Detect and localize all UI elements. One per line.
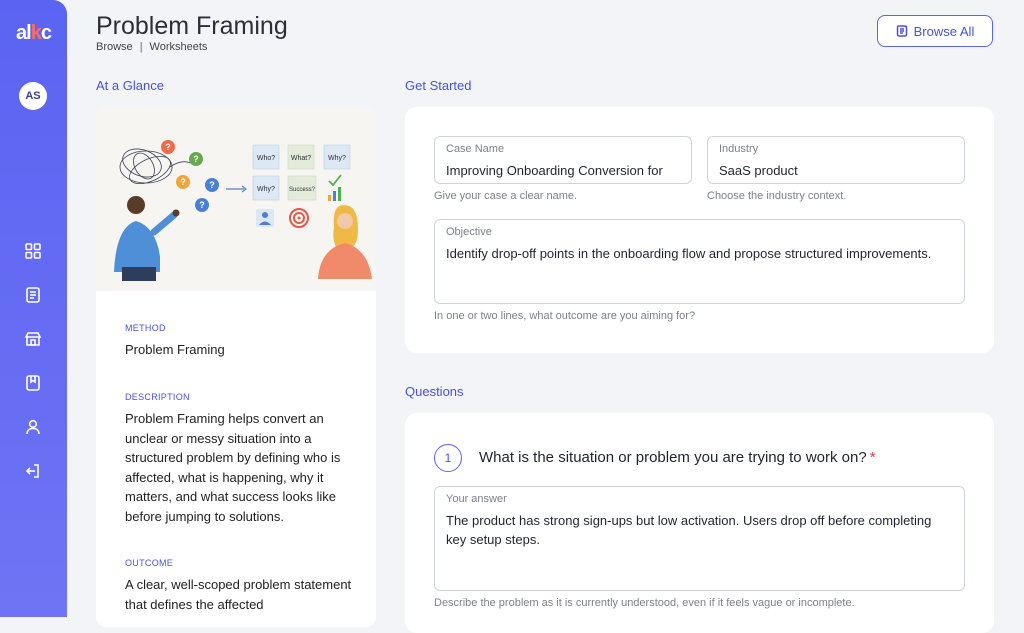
svg-text:?: ?	[165, 142, 171, 152]
case-name-value: Improving Onboarding Conversion for	[446, 163, 663, 178]
question-number: 1	[434, 444, 462, 472]
svg-text:Why?: Why?	[328, 155, 346, 162]
description-label: DESCRIPTION	[125, 392, 190, 402]
svg-text:Who?: Who?	[257, 155, 275, 162]
avatar[interactable]: AS	[19, 82, 47, 110]
logout-icon[interactable]	[21, 459, 45, 483]
grid-icon[interactable]	[21, 239, 45, 263]
store-icon[interactable]	[21, 327, 45, 351]
bookmark-icon[interactable]	[21, 371, 45, 395]
at-a-glance-card: ????? Who? What? Why? Why? Success? METH…	[96, 107, 376, 627]
industry-value: SaaS product	[719, 163, 798, 178]
breadcrumb: Browse | Worksheets	[96, 41, 207, 53]
question-text: What is the situation or problem you are…	[479, 449, 876, 466]
worksheet-icon	[896, 25, 907, 37]
method-value: Problem Framing	[125, 342, 225, 357]
page-title: Problem Framing	[96, 12, 288, 40]
svg-text:?: ?	[209, 180, 215, 190]
svg-text:?: ?	[180, 177, 186, 187]
outcome-text: A clear, well-scoped problem statement t…	[125, 577, 352, 612]
browse-all-button[interactable]: Browse All	[877, 15, 993, 47]
get-started-card: Case Name Improving Onboarding Conversio…	[405, 107, 994, 353]
industry-hint: Choose the industry context.	[707, 190, 847, 202]
breadcrumb-separator: |	[139, 41, 143, 53]
svg-text:?: ?	[199, 200, 205, 210]
objective-label: Objective	[446, 226, 492, 238]
method-label: METHOD	[125, 323, 166, 333]
case-name-field[interactable]: Case Name Improving Onboarding Conversio…	[434, 136, 692, 184]
breadcrumb-browse[interactable]: Browse	[96, 41, 133, 53]
questions-heading: Questions	[405, 384, 464, 399]
industry-field[interactable]: Industry SaaS product	[707, 136, 965, 184]
sidebar: alkc AS	[0, 0, 67, 617]
industry-label: Industry	[719, 143, 759, 155]
case-name-label: Case Name	[446, 143, 505, 155]
required-mark: *	[869, 449, 876, 466]
answer-hint: Describe the problem as it is currently …	[434, 597, 855, 609]
browse-all-label: Browse All	[913, 23, 975, 39]
answer-label: Your answer	[446, 493, 507, 505]
svg-text:Success?: Success?	[289, 187, 316, 193]
question-label: What is the situation or problem you are…	[479, 449, 867, 466]
worksheet-icon[interactable]	[21, 283, 45, 307]
outcome-label: OUTCOME	[125, 558, 174, 568]
answer-value: The product has strong sign-ups but low …	[446, 513, 932, 547]
objective-hint: In one or two lines, what outcome are yo…	[434, 310, 696, 322]
svg-text:What?: What?	[291, 155, 311, 162]
get-started-heading: Get Started	[405, 78, 472, 93]
answer-field[interactable]: Your answer The product has strong sign-…	[434, 486, 965, 591]
at-a-glance-heading: At a Glance	[96, 78, 164, 93]
breadcrumb-worksheets[interactable]: Worksheets	[150, 41, 208, 53]
objective-field[interactable]: Objective Identify drop-off points in th…	[434, 219, 965, 304]
app-logo[interactable]: alkc	[0, 22, 67, 45]
svg-text:Why?: Why?	[257, 186, 275, 193]
question-card: Your answer The product has strong sign-…	[405, 413, 994, 633]
user-icon[interactable]	[21, 415, 45, 439]
objective-value: Identify drop-off points in the onboardi…	[446, 246, 932, 261]
problem-framing-illustration: ????? Who? What? Why? Why? Success?	[96, 107, 376, 291]
case-name-hint: Give your case a clear name.	[434, 190, 578, 202]
description-text: Problem Framing helps convert an unclear…	[125, 411, 341, 524]
svg-text:?: ?	[193, 154, 199, 164]
